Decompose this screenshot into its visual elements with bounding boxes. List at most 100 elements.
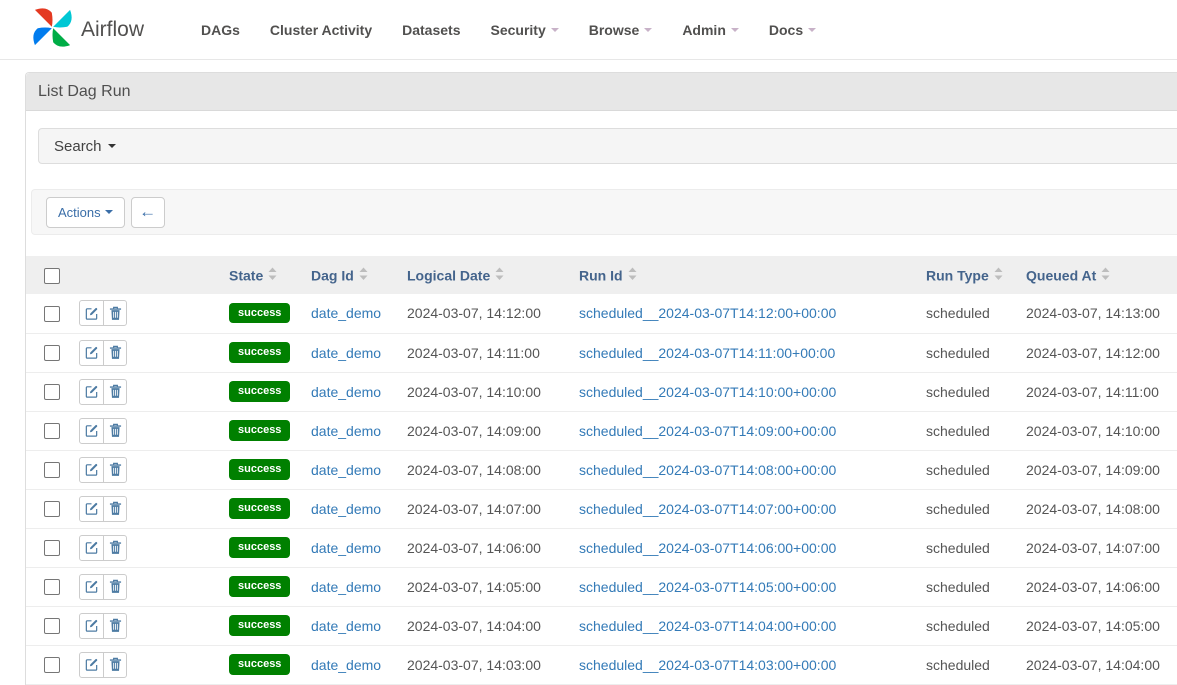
delete-button[interactable]: [103, 575, 126, 599]
nav-item-datasets[interactable]: Datasets: [387, 0, 475, 60]
delete-button[interactable]: [103, 458, 126, 482]
edit-button[interactable]: [80, 341, 103, 365]
run-id-link[interactable]: scheduled__2024-03-07T14:03:00+00:00: [579, 657, 836, 673]
queued-at-value: 2024-03-07, 14:04:00: [1026, 657, 1160, 673]
run-id-link[interactable]: scheduled__2024-03-07T14:11:00+00:00: [579, 345, 835, 361]
trash-icon: [109, 657, 122, 672]
row-action-buttons: [79, 340, 127, 366]
delete-button[interactable]: [103, 341, 126, 365]
row-checkbox[interactable]: [44, 579, 60, 595]
sort-arrows-icon: [268, 267, 277, 281]
dag-id-link[interactable]: date_demo: [311, 501, 381, 517]
row-checkbox[interactable]: [44, 384, 60, 400]
state-badge: success: [229, 654, 290, 674]
table-row: success date_demo 2024-03-07, 14:06:00 s…: [26, 528, 1177, 567]
delete-button[interactable]: [103, 380, 126, 404]
column-header-label: Queued At: [1026, 268, 1096, 284]
brand-name[interactable]: Airflow: [81, 18, 144, 42]
delete-button[interactable]: [103, 419, 126, 443]
column-header-dag-id[interactable]: Dag Id: [310, 256, 406, 294]
edit-button[interactable]: [80, 536, 103, 560]
table-row: success date_demo 2024-03-07, 14:04:00 s…: [26, 606, 1177, 645]
dag-id-link[interactable]: date_demo: [311, 579, 381, 595]
trash-icon: [109, 306, 122, 321]
actions-button[interactable]: Actions: [46, 197, 125, 228]
nav-item-security[interactable]: Security: [475, 0, 573, 60]
row-checkbox[interactable]: [44, 657, 60, 673]
sort-arrows-icon: [994, 267, 1003, 281]
run-id-link[interactable]: scheduled__2024-03-07T14:10:00+00:00: [579, 384, 836, 400]
run-id-link[interactable]: scheduled__2024-03-07T14:12:00+00:00: [579, 305, 836, 321]
nav-item-browse[interactable]: Browse: [574, 0, 668, 60]
edit-button[interactable]: [80, 301, 103, 325]
delete-button[interactable]: [103, 653, 126, 677]
dag-id-link[interactable]: date_demo: [311, 462, 381, 478]
run-type-value: scheduled: [926, 657, 990, 673]
queued-at-value: 2024-03-07, 14:08:00: [1026, 501, 1160, 517]
back-button[interactable]: ←: [131, 197, 165, 228]
logical-date-value: 2024-03-07, 14:04:00: [407, 618, 541, 634]
run-id-link[interactable]: scheduled__2024-03-07T14:07:00+00:00: [579, 501, 836, 517]
row-checkbox[interactable]: [44, 501, 60, 517]
run-id-link[interactable]: scheduled__2024-03-07T14:06:00+00:00: [579, 540, 836, 556]
column-header-logical-date[interactable]: Logical Date: [406, 256, 578, 294]
state-badge: success: [229, 537, 290, 557]
delete-button[interactable]: [103, 497, 126, 521]
run-id-link[interactable]: scheduled__2024-03-07T14:08:00+00:00: [579, 462, 836, 478]
dag-id-link[interactable]: date_demo: [311, 384, 381, 400]
dag-id-link[interactable]: date_demo: [311, 540, 381, 556]
column-header-run-type[interactable]: Run Type: [925, 256, 1025, 294]
row-checkbox[interactable]: [44, 423, 60, 439]
dag-id-link[interactable]: date_demo: [311, 423, 381, 439]
sort-arrows-icon: [359, 267, 368, 281]
run-type-value: scheduled: [926, 345, 990, 361]
edit-button[interactable]: [80, 497, 103, 521]
dag-id-link[interactable]: date_demo: [311, 657, 381, 673]
sort-arrows-icon: [1101, 267, 1110, 281]
actions-button-label: Actions: [58, 205, 101, 220]
delete-button[interactable]: [103, 614, 126, 638]
run-id-link[interactable]: scheduled__2024-03-07T14:04:00+00:00: [579, 618, 836, 634]
dag-id-link[interactable]: date_demo: [311, 305, 381, 321]
row-checkbox[interactable]: [44, 462, 60, 478]
nav-item-dags[interactable]: DAGs: [186, 0, 255, 60]
select-all-checkbox[interactable]: [44, 268, 60, 284]
run-id-link[interactable]: scheduled__2024-03-07T14:09:00+00:00: [579, 423, 836, 439]
nav-item-docs[interactable]: Docs: [754, 0, 831, 60]
edit-button[interactable]: [80, 458, 103, 482]
run-id-link[interactable]: scheduled__2024-03-07T14:05:00+00:00: [579, 579, 836, 595]
trash-icon: [109, 462, 122, 477]
dag-id-link[interactable]: date_demo: [311, 618, 381, 634]
logical-date-value: 2024-03-07, 14:06:00: [407, 540, 541, 556]
column-header-state[interactable]: State: [228, 256, 310, 294]
column-header-run-id[interactable]: Run Id: [578, 256, 925, 294]
main-nav: DAGs Cluster Activity Datasets Security …: [186, 0, 831, 60]
airflow-logo-icon[interactable]: [30, 5, 75, 55]
run-type-value: scheduled: [926, 501, 990, 517]
trash-icon: [109, 540, 122, 555]
caret-down-icon: [105, 210, 113, 214]
search-dropdown[interactable]: Search: [38, 128, 1177, 164]
state-badge: success: [229, 498, 290, 518]
nav-item-admin[interactable]: Admin: [667, 0, 754, 60]
run-type-value: scheduled: [926, 579, 990, 595]
delete-button[interactable]: [103, 536, 126, 560]
column-header-queued-at[interactable]: Queued At: [1025, 256, 1177, 294]
dag-id-link[interactable]: date_demo: [311, 345, 381, 361]
row-checkbox[interactable]: [44, 345, 60, 361]
run-type-value: scheduled: [926, 618, 990, 634]
pencil-square-icon: [84, 462, 99, 477]
row-checkbox[interactable]: [44, 618, 60, 634]
caret-down-icon: [731, 28, 739, 32]
trash-icon: [109, 345, 122, 360]
edit-button[interactable]: [80, 380, 103, 404]
edit-button[interactable]: [80, 614, 103, 638]
row-checkbox[interactable]: [44, 306, 60, 322]
edit-button[interactable]: [80, 653, 103, 677]
edit-button[interactable]: [80, 419, 103, 443]
list-dag-run-panel: List Dag Run Search Actions ← St: [25, 72, 1177, 685]
edit-button[interactable]: [80, 575, 103, 599]
row-checkbox[interactable]: [44, 540, 60, 556]
nav-item-cluster-activity[interactable]: Cluster Activity: [255, 0, 387, 60]
delete-button[interactable]: [103, 301, 126, 325]
